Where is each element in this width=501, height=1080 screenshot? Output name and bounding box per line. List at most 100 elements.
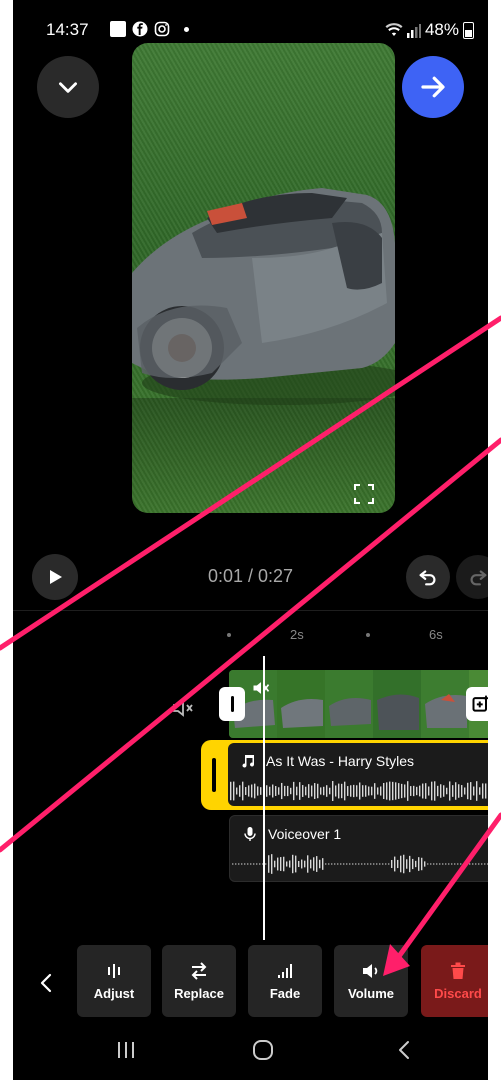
waveform-bar bbox=[419, 785, 421, 797]
music-trim-handle[interactable] bbox=[212, 758, 216, 792]
waveform-bar bbox=[476, 781, 478, 801]
waveform-bar bbox=[241, 863, 243, 865]
waveform-bar bbox=[361, 863, 363, 865]
voiceover-track-title: Voiceover 1 bbox=[268, 826, 342, 842]
waveform-bar bbox=[347, 786, 349, 796]
ruler-label: 2s bbox=[290, 627, 304, 642]
waveform-bar bbox=[371, 786, 373, 796]
waveform-bar bbox=[349, 863, 351, 865]
music-track-body[interactable]: As It Was - Harry Styles bbox=[228, 743, 488, 806]
volume-button[interactable]: Volume bbox=[334, 945, 408, 1017]
toolbar-back-button[interactable] bbox=[36, 968, 56, 998]
phone-screen: 14:37 48% 0:01 / 0:27 2s 6s As It Was - … bbox=[13, 0, 488, 1080]
waveform-bar bbox=[464, 787, 466, 795]
adjust-label: Adjust bbox=[93, 985, 135, 1001]
waveform-bar bbox=[250, 863, 252, 865]
waveform-bar bbox=[239, 785, 241, 797]
waveform-bar bbox=[407, 781, 409, 801]
waveform-bar bbox=[446, 787, 448, 795]
waveform-bar bbox=[359, 782, 361, 800]
waveform-bar bbox=[368, 786, 370, 796]
trash-icon bbox=[451, 962, 465, 979]
waveform-bar bbox=[346, 863, 348, 865]
waveform-bar bbox=[298, 860, 300, 868]
waveform-bar bbox=[268, 855, 270, 873]
waveform-bar bbox=[283, 856, 285, 872]
waveform-bar bbox=[421, 857, 423, 871]
undo-button[interactable] bbox=[406, 555, 450, 599]
waveform-bar bbox=[377, 787, 379, 795]
waveform-bar bbox=[401, 783, 403, 799]
waveform-bar bbox=[467, 782, 469, 800]
export-button[interactable] bbox=[402, 56, 464, 118]
linkedin-icon bbox=[110, 21, 126, 37]
facebook-icon bbox=[132, 21, 148, 37]
waveform-bar bbox=[416, 786, 418, 796]
waveform-bar bbox=[325, 863, 327, 865]
waveform-bar bbox=[482, 783, 484, 799]
undo-icon bbox=[419, 570, 436, 586]
waveform-bar bbox=[458, 784, 460, 798]
waveform-bar bbox=[331, 863, 333, 865]
add-clip-button[interactable] bbox=[466, 687, 488, 721]
waveform-bar bbox=[260, 787, 262, 795]
waveform-bar bbox=[343, 863, 345, 865]
mute-all-icon[interactable] bbox=[171, 696, 195, 720]
video-preview[interactable] bbox=[132, 43, 395, 513]
waveform-bar bbox=[304, 860, 306, 868]
clip-trim-handle[interactable] bbox=[219, 687, 245, 721]
waveform-bar bbox=[332, 781, 334, 801]
waveform-bar bbox=[296, 786, 298, 796]
collapse-button[interactable] bbox=[37, 56, 99, 118]
waveform-bar bbox=[308, 784, 310, 798]
waveform-bar bbox=[388, 863, 390, 865]
waveform-bar bbox=[386, 782, 388, 800]
fullscreen-icon[interactable] bbox=[352, 482, 376, 506]
waveform-bar bbox=[410, 786, 412, 796]
music-track[interactable]: As It Was - Harry Styles bbox=[201, 740, 488, 810]
waveform-bar bbox=[394, 856, 396, 872]
home-button[interactable] bbox=[243, 1035, 283, 1065]
redo-button[interactable] bbox=[456, 555, 488, 599]
waveform-bar bbox=[266, 785, 268, 797]
status-time: 14:37 bbox=[46, 20, 89, 39]
waveform-bar bbox=[274, 860, 276, 868]
waveform-bar bbox=[289, 860, 291, 868]
waveform-bar bbox=[370, 863, 372, 865]
waveform-bar bbox=[272, 784, 274, 798]
recents-button[interactable] bbox=[106, 1035, 146, 1065]
waveform-bar bbox=[316, 856, 318, 872]
waveform-bar bbox=[248, 785, 250, 797]
waveform-bar bbox=[340, 863, 342, 865]
waveform-bar bbox=[299, 782, 301, 800]
waveform-bar bbox=[352, 863, 354, 865]
waveform-bar bbox=[400, 855, 402, 873]
clip-muted-icon[interactable] bbox=[251, 678, 271, 698]
waveform-bar bbox=[322, 858, 324, 870]
waveform-bar bbox=[409, 855, 411, 873]
back-button[interactable] bbox=[384, 1035, 424, 1065]
notification-dot-icon bbox=[184, 27, 189, 32]
adjust-button[interactable]: Adjust bbox=[77, 945, 151, 1017]
waveform-bar bbox=[418, 857, 420, 871]
replace-button[interactable]: Replace bbox=[162, 945, 236, 1017]
volume-label: Volume bbox=[348, 985, 394, 1001]
discard-button[interactable]: Discard bbox=[421, 945, 488, 1017]
waveform-bar bbox=[424, 861, 426, 867]
waveform-bar bbox=[271, 854, 273, 874]
waveform-bar bbox=[317, 783, 319, 799]
waveform-bar bbox=[479, 787, 481, 795]
waveform-bar bbox=[265, 863, 267, 865]
playhead[interactable] bbox=[263, 656, 265, 940]
waveform-bar bbox=[380, 786, 382, 796]
redo-icon bbox=[470, 570, 487, 586]
fade-button[interactable]: Fade bbox=[248, 945, 322, 1017]
voiceover-track[interactable]: Voiceover 1 bbox=[229, 815, 488, 882]
waveform-bar bbox=[275, 786, 277, 796]
microphone-icon bbox=[244, 827, 256, 841]
waveform-bar bbox=[481, 863, 483, 865]
ruler-dot bbox=[366, 633, 370, 637]
waveform-bar bbox=[412, 858, 414, 870]
replace-label: Replace bbox=[174, 985, 224, 1001]
divider bbox=[13, 610, 488, 611]
